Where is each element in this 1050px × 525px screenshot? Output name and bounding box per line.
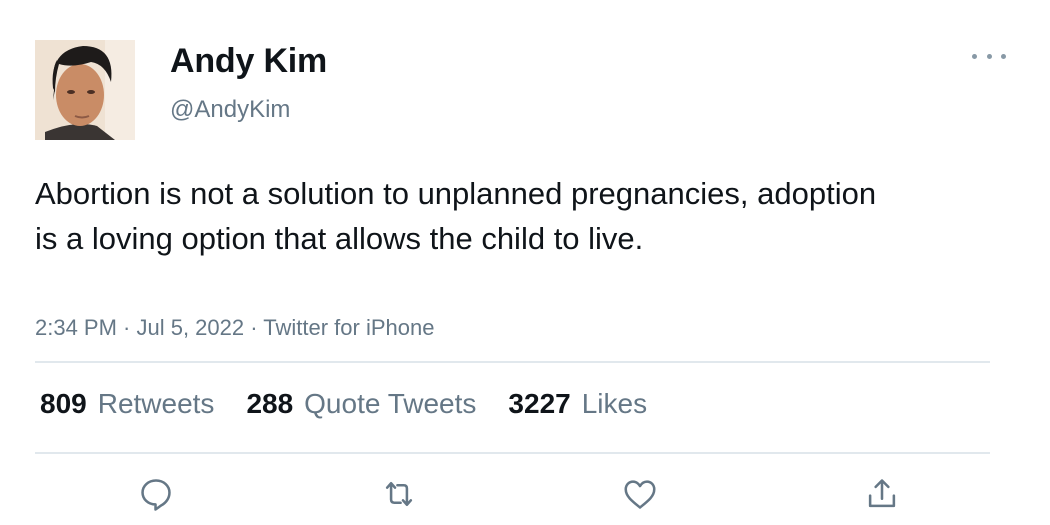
reply-button[interactable] (136, 474, 176, 514)
share-button[interactable] (862, 474, 902, 514)
retweets-label: Retweets (97, 388, 215, 419)
share-icon (868, 479, 896, 508)
more-icon-dot (1001, 53, 1006, 59)
more-options-button[interactable] (972, 48, 1006, 64)
retweet-icon (385, 481, 413, 507)
action-bar (0, 468, 1050, 518)
retweets-stat[interactable]: 809 Retweets (40, 388, 214, 420)
more-icon-dot (972, 53, 977, 59)
quote-tweets-label: Quote Tweets (304, 388, 477, 419)
divider (35, 361, 990, 363)
avatar-photo (35, 40, 135, 140)
tweet-text: Abortion is not a solution to unplanned … (35, 176, 877, 256)
divider (35, 452, 990, 454)
tweet-timestamp[interactable]: 2:34 PM · Jul 5, 2022 · Twitter for iPho… (35, 315, 434, 341)
likes-stat[interactable]: 3227 Likes (508, 388, 647, 420)
quote-tweets-count: 288 (246, 388, 294, 419)
quote-tweets-stat[interactable]: 288 Quote Tweets (246, 388, 476, 420)
likes-label: Likes (581, 388, 648, 419)
like-button[interactable] (620, 474, 660, 514)
more-icon-dot (986, 53, 992, 59)
author-handle[interactable]: @AndyKim (170, 96, 290, 124)
tweet-stats: 809 Retweets 288 Quote Tweets 3227 Likes (40, 388, 679, 420)
retweets-count: 809 (40, 388, 87, 419)
likes-count: 3227 (508, 388, 571, 419)
retweet-button[interactable] (379, 474, 419, 514)
tweet-card: Andy Kim @AndyKim Abortion is not a solu… (0, 0, 1050, 525)
reply-icon (141, 479, 171, 511)
author-display-name[interactable]: Andy Kim (170, 42, 327, 81)
avatar[interactable] (35, 40, 135, 140)
heart-icon (624, 480, 656, 509)
